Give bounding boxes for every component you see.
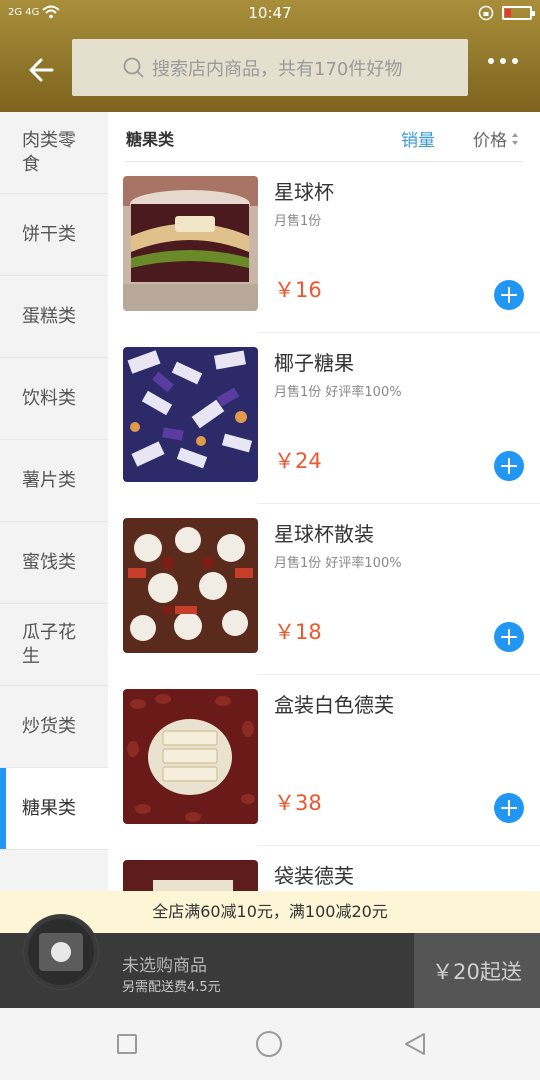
sidebar-item-label: 蜜饯类 — [22, 551, 76, 573]
status-bar: 2G 4G 10:47 — [0, 0, 540, 28]
list-item[interactable]: 椰子糖果 月售1份 好评率100% ￥24 — [108, 333, 540, 504]
product-image[interactable] — [123, 689, 258, 824]
product-price: ￥38 — [274, 791, 322, 815]
sort-by-price-button[interactable]: 价格 — [473, 126, 519, 151]
system-nav-bar — [0, 1008, 540, 1080]
list-item[interactable]: 盒装白色德芙 ￥38 — [108, 675, 540, 846]
shopping-bag-icon — [39, 933, 83, 971]
category-sidebar: 肉类零食 饼干类 蛋糕类 饮料类 薯片类 蜜饯类 瓜子花生 炒货类 糖果类 — [0, 112, 108, 934]
sort-arrows-icon — [512, 132, 518, 145]
sidebar-item-biscuits[interactable]: 饼干类 — [0, 194, 108, 276]
sidebar-item-meat-snacks[interactable]: 肉类零食 — [0, 112, 108, 194]
sidebar-item-label: 糖果类 — [22, 797, 76, 819]
sidebar-item-cakes[interactable]: 蛋糕类 — [0, 276, 108, 358]
product-price: ￥16 — [274, 278, 322, 302]
product-price: ￥18 — [274, 620, 322, 644]
product-list: 糖果类 销量 价格 星球杯 月售1份 ￥16 椰子糖果 月售1份 好评率100%… — [108, 112, 540, 934]
add-to-cart-button[interactable] — [494, 622, 524, 652]
sidebar-item-label: 炒货类 — [22, 715, 76, 737]
product-image[interactable] — [123, 518, 258, 653]
sidebar-item-preserves[interactable]: 蜜饯类 — [0, 522, 108, 604]
sidebar-item-label: 饮料类 — [22, 387, 76, 409]
sidebar-item-chips[interactable]: 薯片类 — [0, 440, 108, 522]
battery-icon — [502, 6, 535, 20]
sort-price-label: 价格 — [473, 131, 507, 151]
nav-back-icon[interactable] — [402, 1031, 428, 1057]
header: 搜索店内商品，共有170件好物 — [0, 28, 540, 112]
product-name: 袋装德芙 — [274, 864, 354, 888]
list-item[interactable]: 星球杯 月售1份 ￥16 — [108, 162, 540, 333]
back-arrow-icon[interactable] — [22, 50, 62, 90]
checkout-button[interactable]: ￥20起送 — [414, 933, 540, 1008]
cart-bar: 未选购商品 另需配送费4.5元 ￥20起送 — [0, 915, 540, 1008]
cart-button[interactable] — [24, 915, 98, 989]
search-icon — [123, 57, 144, 78]
list-header: 糖果类 销量 价格 — [108, 112, 540, 162]
sidebar-item-candy[interactable]: 糖果类 — [0, 768, 108, 850]
search-input[interactable]: 搜索店内商品，共有170件好物 — [72, 39, 468, 96]
category-title: 糖果类 — [126, 130, 175, 149]
sidebar-item-label: 瓜子花生 — [22, 621, 76, 667]
sidebar-item-drinks[interactable]: 饮料类 — [0, 358, 108, 440]
clock: 10:47 — [248, 4, 292, 22]
more-icon[interactable] — [488, 58, 518, 64]
list-item[interactable]: 星球杯散装 月售1份 好评率100% ￥18 — [108, 504, 540, 675]
product-name: 盒装白色德芙 — [274, 693, 394, 717]
product-name: 星球杯散装 — [274, 522, 374, 546]
sidebar-item-label: 肉类零食 — [22, 129, 76, 175]
sidebar-item-label: 薯片类 — [22, 469, 76, 491]
product-meta: 月售1份 好评率100% — [274, 556, 402, 571]
sidebar-item-seeds-peanuts[interactable]: 瓜子花生 — [0, 604, 108, 686]
cart-empty-text: 未选购商品 — [122, 956, 207, 976]
add-to-cart-button[interactable] — [494, 280, 524, 310]
home-icon[interactable] — [256, 1031, 282, 1057]
product-meta: 月售1份 — [274, 214, 322, 229]
product-image[interactable] — [123, 347, 258, 482]
product-name: 椰子糖果 — [274, 351, 354, 375]
add-to-cart-button[interactable] — [494, 451, 524, 481]
product-image[interactable] — [123, 176, 258, 311]
sort-by-sales-button[interactable]: 销量 — [401, 126, 435, 151]
product-price: ￥24 — [274, 449, 322, 473]
add-to-cart-button[interactable] — [494, 793, 524, 823]
product-name: 星球杯 — [274, 180, 334, 204]
search-placeholder: 搜索店内商品，共有170件好物 — [152, 58, 403, 80]
delivery-fee-text: 另需配送费4.5元 — [122, 980, 221, 995]
sidebar-item-roasted[interactable]: 炒货类 — [0, 686, 108, 768]
sidebar-item-label: 蛋糕类 — [22, 305, 76, 327]
lock-rotation-icon — [478, 5, 494, 21]
recent-apps-icon[interactable] — [117, 1034, 137, 1054]
sidebar-item-label: 饼干类 — [22, 223, 76, 245]
product-meta: 月售1份 好评率100% — [274, 385, 402, 400]
